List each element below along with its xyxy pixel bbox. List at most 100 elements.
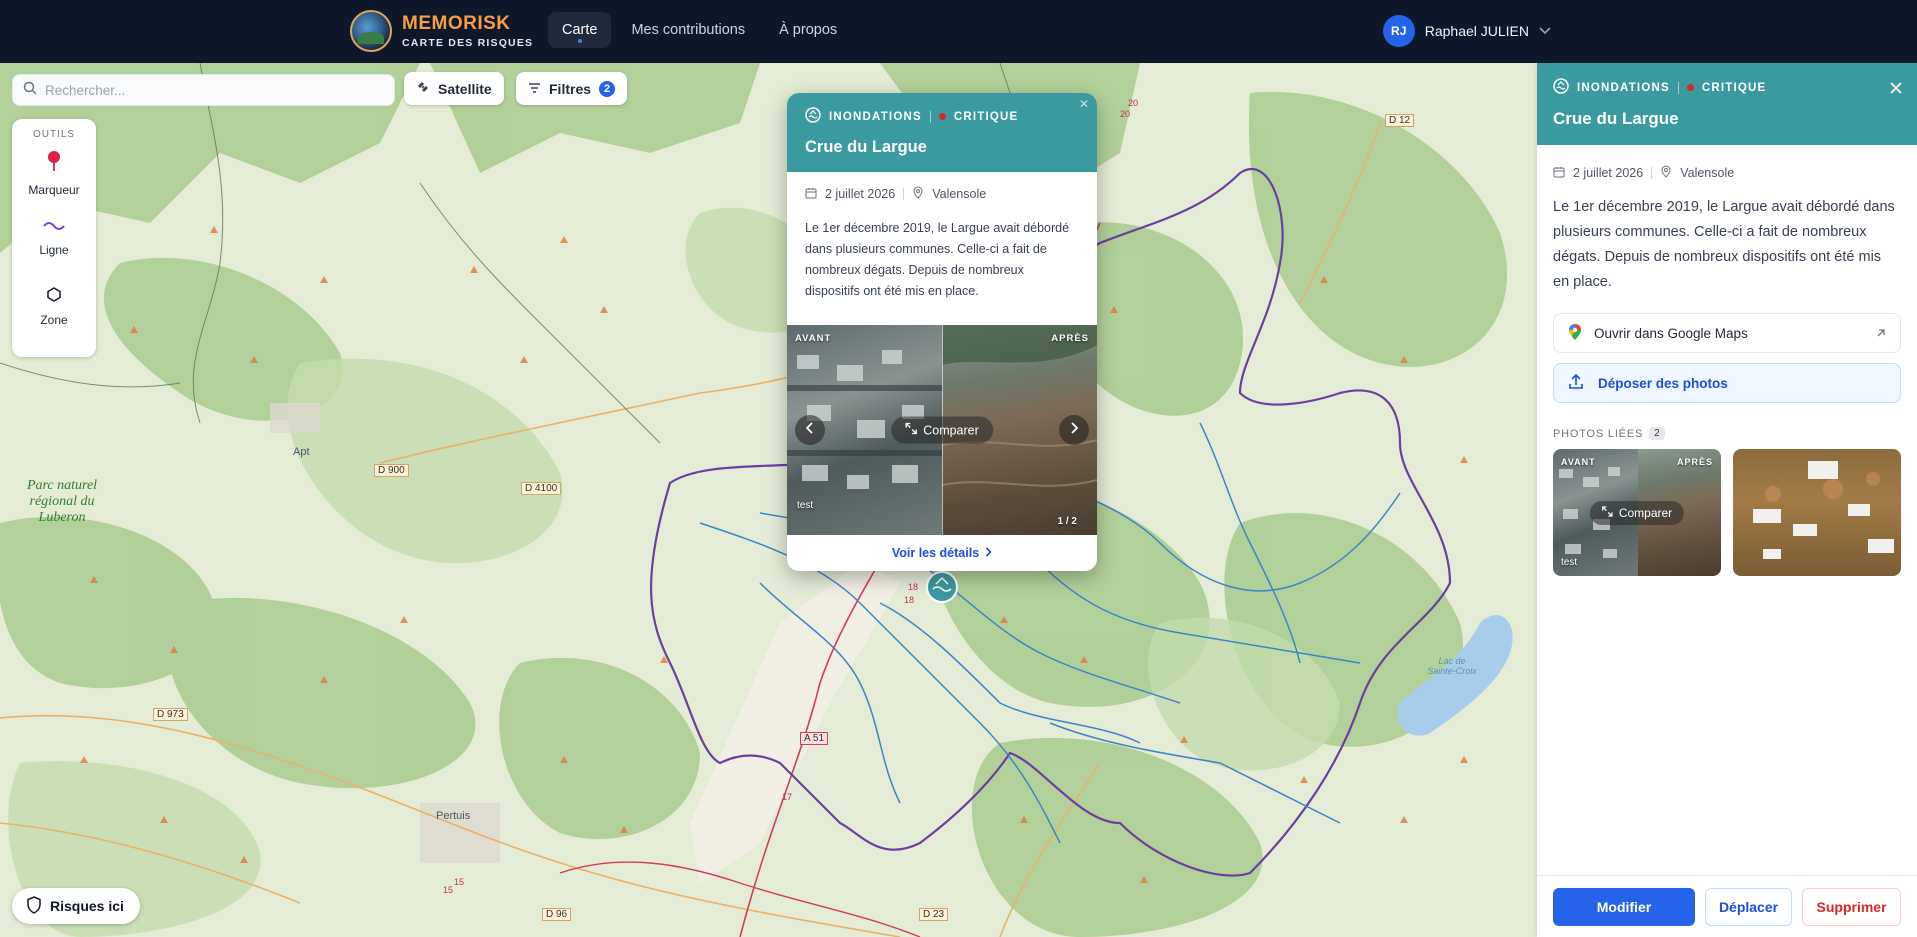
popup-severity: CRITIQUE <box>953 110 1019 123</box>
tool-line[interactable]: Ligne <box>39 218 69 286</box>
thumbnail-caption: test <box>1561 557 1578 568</box>
map-pin-icon <box>47 150 61 177</box>
flood-marker[interactable] <box>926 571 958 603</box>
compare-button[interactable]: Comparer <box>891 416 993 444</box>
panel-description: Le 1er décembre 2019, le Largue avait dé… <box>1553 199 1895 290</box>
close-icon[interactable] <box>1889 79 1903 100</box>
panel-header: INONDATIONS CRITIQUE Crue du Largue <box>1537 63 1917 145</box>
satellite-icon <box>416 80 430 97</box>
compare-label: Comparer <box>1618 505 1673 520</box>
compare-label: Comparer <box>923 423 979 437</box>
linked-photos-title: PHOTOS LIÉES <box>1553 427 1644 440</box>
location-pin-icon <box>912 186 924 202</box>
popup-description: Le 1er décembre 2019, le Largue avait dé… <box>805 221 1070 298</box>
location-pin-icon <box>1660 165 1672 181</box>
google-maps-icon <box>1568 323 1582 344</box>
tool-zone-label: Zone <box>40 313 68 327</box>
polygon-icon <box>46 286 62 307</box>
filters-count-badge: 2 <box>599 80 616 97</box>
satellite-label: Satellite <box>438 80 492 97</box>
external-link-icon <box>1876 326 1886 341</box>
edit-button[interactable]: Modifier <box>1553 887 1695 926</box>
panel-category: INONDATIONS <box>1577 81 1670 94</box>
popup-title: Crue du Largue <box>805 138 927 156</box>
line-icon <box>43 218 65 237</box>
thumbnail-flood-photo[interactable] <box>1733 449 1901 576</box>
nav-link-carte[interactable]: Carte <box>548 12 612 48</box>
filters-button[interactable]: Filtres 2 <box>516 72 628 105</box>
road-label: D 23 <box>919 908 949 921</box>
route-number: 20 <box>1128 98 1139 108</box>
chevron-right-icon <box>985 546 992 560</box>
severity-dot <box>1686 84 1694 91</box>
brand-name: MEMORISK <box>402 13 511 34</box>
brand[interactable]: MEMORISK CARTE DES RISQUES <box>350 10 533 52</box>
after-label: APRÈS <box>1051 333 1089 344</box>
tool-marker[interactable]: Marqueur <box>28 150 80 218</box>
tool-zone[interactable]: Zone <box>40 286 68 354</box>
filter-icon <box>528 81 541 97</box>
route-number: 18 <box>904 595 915 605</box>
chevron-right-icon <box>1070 421 1079 439</box>
road-label: D 12 <box>1385 114 1415 127</box>
flood-icon <box>805 107 821 126</box>
route-number: 15 <box>454 877 465 887</box>
chevron-down-icon <box>1539 24 1551 38</box>
delete-button[interactable]: Supprimer <box>1802 887 1901 926</box>
google-maps-label: Ouvrir dans Google Maps <box>1594 325 1748 341</box>
photo-thumbnails: AVANT APRÈS Comparer test <box>1553 449 1901 576</box>
user-menu[interactable]: RJ Raphael JULIEN <box>1382 15 1551 47</box>
route-number: 18 <box>908 582 919 592</box>
panel-location: Valensole <box>1680 166 1735 180</box>
tools-title: OUTILS <box>32 129 76 140</box>
popup-date: 2 juillet 2026 <box>825 187 896 201</box>
shield-icon <box>26 895 42 917</box>
photo-caption: test <box>797 500 814 511</box>
user-name: Raphael JULIEN <box>1424 23 1529 39</box>
route-number: 17 <box>782 792 793 802</box>
event-detail-panel: INONDATIONS CRITIQUE Crue du Largue 2 ju… <box>1537 63 1917 937</box>
filters-label: Filtres <box>549 80 592 97</box>
nav-links: Carte Mes contributions À propos <box>548 12 851 48</box>
photo-compare[interactable]: AVANT APRÈS Comparer test 1 / 2 <box>787 325 1097 535</box>
severity-dot <box>938 113 946 120</box>
place-pertuis: Pertuis <box>436 810 471 822</box>
expand-icon <box>905 422 917 438</box>
nav-link-a-propos[interactable]: À propos <box>765 12 851 48</box>
risks-here-button[interactable]: Risques ici <box>12 888 140 924</box>
after-label: APRÈS <box>1676 457 1713 467</box>
calendar-icon <box>805 187 817 202</box>
expand-icon <box>1602 505 1613 520</box>
prev-photo-button[interactable] <box>795 415 825 445</box>
risks-here-label: Risques ici <box>50 898 124 914</box>
tools-panel: OUTILS Marqueur Ligne Zone <box>12 119 96 357</box>
tool-marker-label: Marqueur <box>28 183 80 197</box>
upload-icon <box>1568 373 1584 393</box>
brand-logo <box>350 10 392 52</box>
flood-icon <box>1553 78 1569 97</box>
move-button[interactable]: Déplacer <box>1704 887 1793 926</box>
view-details-link[interactable]: Voir les détails <box>787 535 1097 571</box>
view-details-label: Voir les détails <box>891 546 980 560</box>
map-terrain <box>0 63 1537 937</box>
search-input[interactable] <box>45 82 365 98</box>
next-photo-button[interactable] <box>1059 415 1089 445</box>
popup-location: Valensole <box>932 187 987 201</box>
compare-button[interactable]: Comparer <box>1589 500 1685 525</box>
tool-line-label: Ligne <box>39 243 69 257</box>
satellite-button[interactable]: Satellite <box>404 72 504 105</box>
avatar: RJ <box>1382 15 1415 47</box>
map-canvas[interactable]: Apt Pertuis Parc naturel régional du Lub… <box>0 63 1537 937</box>
road-label: D 96 <box>542 908 572 921</box>
before-label: AVANT <box>1561 457 1596 467</box>
calendar-icon <box>1553 166 1565 181</box>
nav-link-contributions[interactable]: Mes contributions <box>617 12 759 48</box>
photos-count-badge: 2 <box>1649 427 1666 440</box>
google-maps-button[interactable]: Ouvrir dans Google Maps <box>1553 313 1901 353</box>
panel-date: 2 juillet 2026 <box>1573 166 1644 180</box>
close-icon[interactable]: ✕ <box>1079 97 1089 111</box>
photo-counter: 1 / 2 <box>1057 516 1077 527</box>
upload-photos-button[interactable]: Déposer des photos <box>1553 363 1901 403</box>
road-label: D 973 <box>153 708 188 721</box>
thumbnail-compare[interactable]: AVANT APRÈS Comparer test <box>1553 449 1721 576</box>
